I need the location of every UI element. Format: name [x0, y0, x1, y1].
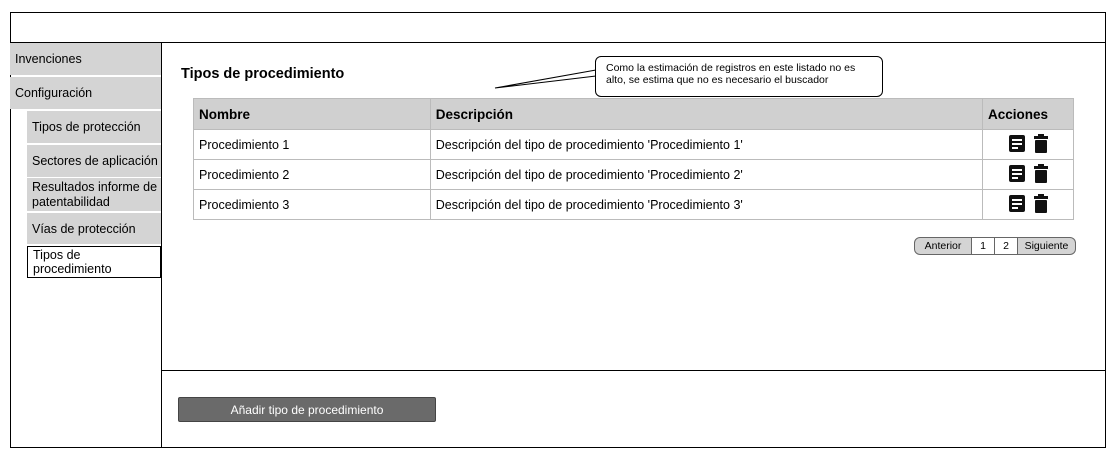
column-header-nombre[interactable]: Nombre	[193, 98, 431, 130]
sidebar-item-configuracion[interactable]: Configuración	[10, 77, 161, 109]
table-row[interactable]: Procedimiento 1 Descripción del tipo de …	[193, 129, 1074, 160]
sidebar-item-invenciones[interactable]: Invenciones	[10, 43, 161, 75]
sidebar-item-sectores-aplicacion[interactable]: Sectores de aplicación	[27, 145, 161, 177]
cell-nombre: Procedimiento 1	[193, 129, 431, 160]
column-header-descripcion[interactable]: Descripción	[429, 98, 984, 130]
sidebar-item-label: Vías de protección	[32, 221, 136, 236]
sidebar-item-label: Tipos de procedimiento	[33, 248, 112, 276]
detail-icon[interactable]	[1008, 194, 1025, 215]
sidebar-item-tipos-proteccion[interactable]: Tipos de protección	[27, 111, 161, 143]
detail-icon[interactable]	[1008, 164, 1025, 185]
detail-icon[interactable]	[1008, 134, 1025, 155]
trash-icon[interactable]	[1033, 163, 1048, 186]
table-row[interactable]: Procedimiento 2 Descripción del tipo de …	[193, 159, 1074, 190]
cell-descripcion: Descripción del tipo de procedimiento 'P…	[429, 129, 984, 160]
procedures-table: Nombre Descripción Acciones Procedimient…	[193, 98, 1074, 220]
sidebar-item-label: Configuración	[15, 86, 93, 100]
table-header-row: Nombre Descripción Acciones	[193, 98, 1074, 130]
sidebar-item-label: Resultados informe de patentabilidad	[32, 179, 158, 209]
pagination-page-1[interactable]: 1	[972, 237, 995, 255]
add-procedure-type-button[interactable]: Añadir tipo de procedimiento	[178, 397, 436, 422]
cell-nombre: Procedimiento 2	[193, 159, 431, 190]
sidebar-item-resultados-informe[interactable]: Resultados informe de patentabilidad	[27, 178, 161, 211]
pagination-prev-button[interactable]: Anterior	[914, 237, 972, 255]
sidebar-item-vias-proteccion[interactable]: Vías de protección	[27, 213, 161, 244]
top-bar	[10, 12, 1106, 43]
app-frame	[10, 12, 1106, 448]
trash-icon[interactable]	[1033, 193, 1048, 216]
sidebar-item-tipos-procedimiento[interactable]: Tipos de procedimiento	[27, 246, 161, 278]
cell-acciones	[982, 159, 1074, 190]
table-row[interactable]: Procedimiento 3 Descripción del tipo de …	[193, 189, 1074, 220]
sidebar: Invenciones Configuración Tipos de prote…	[10, 43, 162, 448]
sidebar-item-label: Invenciones	[15, 52, 82, 66]
column-header-acciones: Acciones	[982, 98, 1074, 130]
trash-icon[interactable]	[1033, 133, 1048, 156]
cell-descripcion: Descripción del tipo de procedimiento 'P…	[429, 159, 984, 190]
cell-descripcion: Descripción del tipo de procedimiento 'P…	[429, 189, 984, 220]
cell-acciones	[982, 129, 1074, 160]
page-title: Tipos de procedimiento	[181, 66, 345, 82]
callout-note: Como la estimación de registros en este …	[595, 56, 883, 97]
footer-divider	[162, 370, 1106, 371]
sidebar-item-label: Tipos de protección	[32, 120, 141, 134]
pagination: Anterior 1 2 Siguiente	[914, 237, 1076, 255]
cell-acciones	[982, 189, 1074, 220]
sidebar-item-label: Sectores de aplicación	[32, 154, 158, 168]
cell-nombre: Procedimiento 3	[193, 189, 431, 220]
pagination-next-button[interactable]: Siguiente	[1018, 237, 1076, 255]
pagination-page-2[interactable]: 2	[995, 237, 1018, 255]
